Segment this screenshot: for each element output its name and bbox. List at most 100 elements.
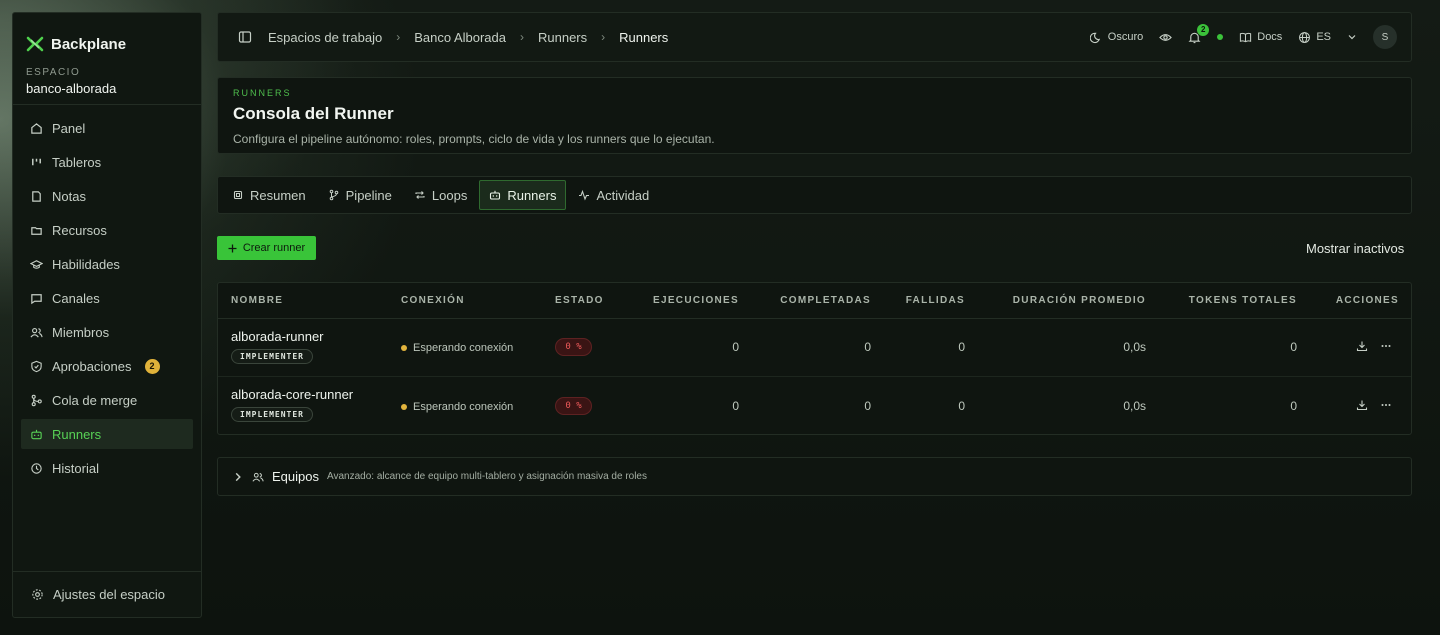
tab-actividad[interactable]: Actividad [568, 180, 659, 210]
table-row[interactable]: alborada-runner IMPLEMENTER Esperando co… [218, 319, 1411, 377]
table-row[interactable]: alborada-core-runner IMPLEMENTER Esperan… [218, 377, 1411, 435]
runs-count: 0 [732, 399, 739, 413]
runner-name[interactable]: alborada-core-runner [231, 387, 353, 402]
more-options-icon[interactable] [1380, 399, 1392, 411]
chevron-right-icon: › [601, 30, 606, 44]
sidebar-item-habilidades[interactable]: Habilidades [21, 249, 193, 279]
topbar-actions: Oscuro 2 Docs ES S [1089, 23, 1397, 49]
connection-status-dot [1217, 34, 1224, 40]
connection-dot [401, 345, 407, 351]
sidebar: Backplane ESPACIO banco-alborada Panel T… [12, 12, 202, 618]
breadcrumb-banco-alborada[interactable]: Banco Alborada [414, 30, 506, 45]
merge-icon [29, 393, 43, 407]
sidebar-item-panel[interactable]: Panel [21, 113, 193, 143]
note-icon [29, 189, 43, 203]
total-tokens: 0 [1290, 340, 1297, 354]
row-actions [1356, 399, 1392, 411]
column-header-ejecuciones: EJECUCIONES [653, 295, 739, 306]
connection-status: Esperando conexión [401, 401, 513, 413]
users-icon [29, 325, 43, 339]
sidebar-item-aprobaciones[interactable]: Aprobaciones 2 [21, 351, 193, 381]
space-selector[interactable]: ESPACIO banco-alborada [13, 61, 201, 105]
sidebar-item-label: Habilidades [52, 256, 120, 272]
tab-bar: Resumen Pipeline Loops Runners Actividad [217, 176, 1412, 214]
space-label: ESPACIO [26, 67, 81, 78]
avg-duration: 0,0s [1123, 399, 1146, 413]
git-branch-icon [329, 189, 338, 201]
chevron-down-icon[interactable] [1347, 32, 1357, 42]
notification-count-badge: 2 [1197, 23, 1210, 36]
tab-label: Resumen [250, 187, 306, 203]
chevron-right-icon: › [396, 30, 401, 44]
breadcrumb-current: Runners [619, 29, 669, 45]
avatar[interactable]: S [1373, 25, 1397, 49]
tab-runners[interactable]: Runners [479, 180, 567, 210]
sidebar-item-historial[interactable]: Historial [21, 453, 193, 483]
sidebar-item-label: Aprobaciones [52, 358, 132, 374]
breadcrumb-runners[interactable]: Runners [538, 30, 587, 45]
tab-pipeline[interactable]: Pipeline [318, 180, 402, 210]
sidebar-toggle-icon[interactable] [238, 30, 252, 44]
connection-label: Esperando conexión [413, 401, 514, 413]
connection-label: Esperando conexión [413, 342, 514, 354]
completed-count: 0 [864, 399, 871, 413]
create-runner-button[interactable]: Crear runner [217, 236, 316, 260]
language-selector[interactable]: ES [1298, 31, 1331, 44]
users-icon [252, 472, 264, 482]
gear-icon [30, 588, 44, 602]
sidebar-item-notas[interactable]: Notas [21, 181, 193, 211]
plus-icon [228, 244, 237, 252]
backplane-logo-icon [26, 36, 44, 52]
runner-name[interactable]: alborada-runner [231, 329, 324, 344]
teams-section[interactable]: Equipos Avanzado: alcance de equipo mult… [217, 457, 1412, 496]
notifications-button[interactable]: 2 [1188, 23, 1210, 44]
chat-icon [29, 291, 43, 305]
page-header: RUNNERS Consola del Runner Configura el … [217, 77, 1412, 154]
cpu-icon [233, 190, 243, 200]
more-options-icon[interactable] [1380, 340, 1392, 352]
column-header-conexion: CONEXIÓN [401, 295, 465, 306]
sidebar-item-label: Miembros [52, 324, 110, 340]
tab-resumen[interactable]: Resumen [222, 180, 316, 210]
theme-toggle-button[interactable]: Oscuro [1089, 31, 1143, 44]
breadcrumb: Espacios de trabajo › Banco Alborada › R… [268, 30, 668, 45]
sidebar-item-label: Cola de merge [52, 392, 138, 408]
show-inactive-toggle[interactable]: Mostrar inactivos [1306, 241, 1404, 256]
avg-duration: 0,0s [1123, 340, 1146, 354]
moon-icon [1089, 32, 1100, 43]
tab-loops[interactable]: Loops [404, 180, 477, 210]
page-title: Consola del Runner [233, 104, 394, 123]
breadcrumb-workspaces[interactable]: Espacios de trabajo [268, 30, 382, 45]
workspace-settings-link[interactable]: Ajustes del espacio [13, 571, 201, 617]
brand[interactable]: Backplane [13, 13, 201, 61]
sidebar-item-label: Canales [52, 290, 100, 306]
brand-name: Backplane [51, 35, 127, 53]
tab-label: Actividad [596, 187, 650, 203]
download-icon[interactable] [1356, 340, 1368, 352]
state-pill: 0 % [555, 397, 592, 415]
download-icon[interactable] [1356, 399, 1368, 411]
role-badge: IMPLEMENTER [231, 349, 313, 364]
book-icon [1240, 32, 1252, 42]
total-tokens: 0 [1290, 399, 1297, 413]
sidebar-item-cola-de-merge[interactable]: Cola de merge [21, 385, 193, 415]
tab-label: Runners [507, 187, 557, 203]
kanban-icon [29, 155, 43, 169]
sidebar-item-tableros[interactable]: Tableros [21, 147, 193, 177]
docs-link[interactable]: Docs [1239, 31, 1282, 44]
state-pill: 0 % [555, 338, 592, 356]
role-badge: IMPLEMENTER [231, 407, 313, 422]
sidebar-item-miembros[interactable]: Miembros [21, 317, 193, 347]
sidebar-item-runners[interactable]: Runners [21, 419, 193, 449]
sidebar-item-canales[interactable]: Canales [21, 283, 193, 313]
sidebar-item-recursos[interactable]: Recursos [21, 215, 193, 245]
sidebar-item-label: Tableros [52, 154, 102, 170]
language-label: ES [1316, 31, 1331, 43]
column-header-completadas: COMPLETADAS [780, 295, 871, 306]
chevron-right-icon [235, 472, 241, 481]
sidebar-item-label: Recursos [52, 222, 107, 238]
connection-dot [401, 404, 407, 410]
preview-button[interactable] [1159, 31, 1173, 44]
create-runner-label: Crear runner [242, 242, 306, 254]
column-header-duracion-promedio: DURACIÓN PROMEDIO [1012, 295, 1146, 306]
